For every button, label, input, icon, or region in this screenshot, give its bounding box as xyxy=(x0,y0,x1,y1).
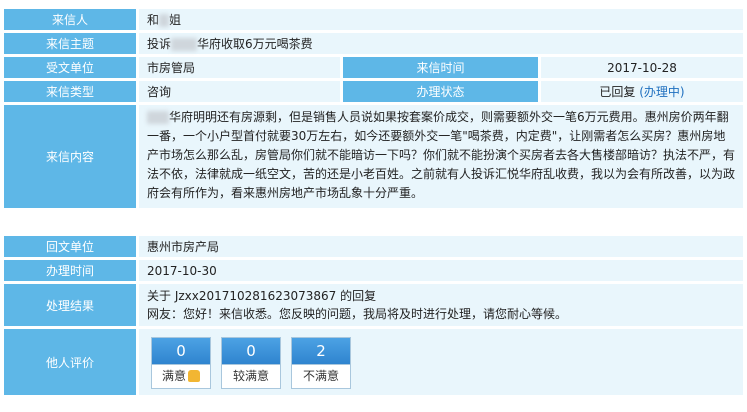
status-text: 已回复 xyxy=(599,85,636,99)
thumbs-up-icon xyxy=(188,369,200,382)
content-text: 华府明明还有房源剩，但是销售人员说如果按套案价成交，则需要额外交一笔6万元费用。… xyxy=(147,110,736,200)
subject-prefix: 投诉 xyxy=(147,37,172,51)
reply-info-table: 回文单位 惠州市房产局 办理时间 2017-10-30 处理结果 关于 Jzxx… xyxy=(4,233,743,398)
date-label: 来信时间 xyxy=(340,57,541,78)
row-reply-time: 办理时间 2017-10-30 xyxy=(4,260,743,281)
evaluation-label: 他人评价 xyxy=(4,329,139,395)
unsatisfied-vote[interactable]: 2 不满意 xyxy=(291,336,351,389)
reply-time-value: 2017-10-30 xyxy=(139,260,743,281)
dept-value: 市房管局 xyxy=(139,57,340,78)
reply-unit-label: 回文单位 xyxy=(4,236,139,257)
type-label: 来信类型 xyxy=(4,81,139,102)
redacted-mark xyxy=(171,38,198,51)
row-sender: 来信人 和姐 xyxy=(4,9,744,30)
satisfied-text: 满意 xyxy=(161,368,186,383)
satisfied-vote[interactable]: 0 满意 xyxy=(151,336,211,389)
result-value: 关于 Jzxx201710281623073867 的回复 网友：您好！来信收悉… xyxy=(139,284,743,326)
sender-value: 和姐 xyxy=(139,9,744,30)
subject-value: 投诉 华府收取6万元喝茶费 xyxy=(139,33,744,54)
result-label: 处理结果 xyxy=(4,284,139,326)
content-label: 来信内容 xyxy=(4,105,139,208)
result-line-1: 关于 Jzxx201710281623073867 的回复 xyxy=(147,289,377,303)
fairly-satisfied-count: 0 xyxy=(222,337,280,364)
unsatisfied-label: 不满意 xyxy=(292,363,350,388)
row-type-status: 来信类型 咨询 办理状态 已回复 (办理中) xyxy=(4,81,744,102)
status-link[interactable]: (办理中) xyxy=(639,85,684,99)
content-value: 华府明明还有房源剩，但是销售人员说如果按套案价成交，则需要额外交一笔6万元费用。… xyxy=(139,105,744,208)
evaluation-value: 0 满意 0 较满意 2 不满意 xyxy=(139,329,743,395)
satisfied-count: 0 xyxy=(152,337,210,364)
fairly-satisfied-vote[interactable]: 0 较满意 xyxy=(221,336,281,389)
row-evaluation: 他人评价 0 满意 0 较满意 2 不满意 xyxy=(4,329,743,395)
result-line-2: 网友：您好！来信收悉。您反映的问题，我局将及时进行处理，请您耐心等候。 xyxy=(147,307,568,321)
letter-detail-page: 来信人 和姐 来信主题 投诉 华府收取6万元喝茶费 受文单位 市房管局 来信时间 … xyxy=(0,0,747,412)
date-value: 2017-10-28 xyxy=(541,57,744,78)
redacted-mark xyxy=(147,111,169,124)
type-value: 咨询 xyxy=(139,81,340,102)
redacted-mark xyxy=(159,14,170,27)
sender-first-char: 和 xyxy=(147,13,160,27)
unsatisfied-count: 2 xyxy=(292,337,350,364)
subject-suffix: 华府收取6万元喝茶费 xyxy=(197,37,313,51)
sender-label: 来信人 xyxy=(4,9,139,30)
row-reply-unit: 回文单位 惠州市房产局 xyxy=(4,236,743,257)
dept-label: 受文单位 xyxy=(4,57,139,78)
status-value: 已回复 (办理中) xyxy=(541,81,744,102)
fairly-satisfied-label: 较满意 xyxy=(222,363,280,388)
evaluation-buttons: 0 满意 0 较满意 2 不满意 xyxy=(139,330,743,395)
reply-time-label: 办理时间 xyxy=(4,260,139,281)
row-dept-date: 受文单位 市房管局 来信时间 2017-10-28 xyxy=(4,57,744,78)
row-subject: 来信主题 投诉 华府收取6万元喝茶费 xyxy=(4,33,744,54)
sender-last-char: 姐 xyxy=(169,13,182,27)
reply-unit-value: 惠州市房产局 xyxy=(139,236,743,257)
letter-info-table: 来信人 和姐 来信主题 投诉 华府收取6万元喝茶费 受文单位 市房管局 来信时间 … xyxy=(4,6,744,211)
status-label: 办理状态 xyxy=(340,81,541,102)
satisfied-label: 满意 xyxy=(152,363,210,388)
row-content: 来信内容 华府明明还有房源剩，但是销售人员说如果按套案价成交，则需要额外交一笔6… xyxy=(4,105,744,208)
subject-label: 来信主题 xyxy=(4,33,139,54)
row-result: 处理结果 关于 Jzxx201710281623073867 的回复 网友：您好… xyxy=(4,284,743,326)
